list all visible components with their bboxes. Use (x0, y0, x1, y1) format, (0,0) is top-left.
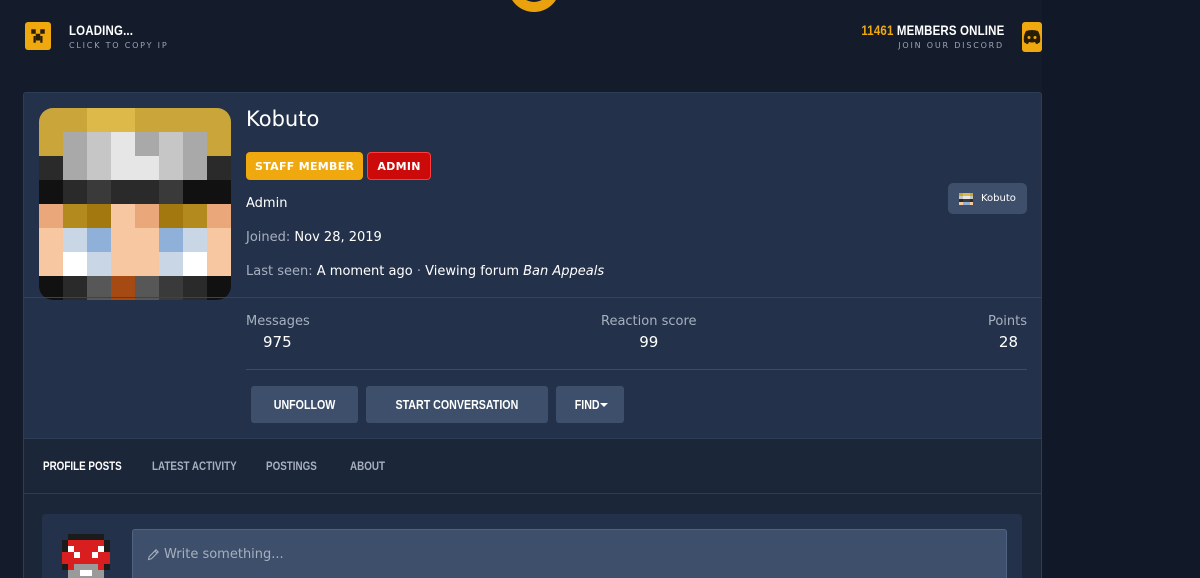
separator-dot: · (416, 264, 421, 279)
user-chip-button[interactable]: Kobuto (948, 183, 1027, 214)
stat-value: 975 (263, 333, 292, 351)
stat-messages[interactable]: Messages 975 (246, 314, 310, 351)
user-title: Admin (246, 196, 288, 211)
stat-points[interactable]: Points 28 (988, 314, 1027, 351)
start-conversation-label: START CONVERSATION (395, 397, 519, 412)
site-logo[interactable] (508, 0, 560, 12)
last-seen-value: A moment ago (316, 264, 413, 279)
activity-forum-link[interactable]: Ban Appeals (523, 264, 604, 279)
stat-reaction-score[interactable]: Reaction score 99 (601, 314, 697, 351)
creeper-icon (25, 22, 51, 50)
members-online-text: 11461 MEMBERS ONLINE (861, 22, 1004, 38)
tab-postings[interactable]: POSTINGS (266, 459, 317, 473)
joined-date: Nov 28, 2019 (294, 230, 382, 245)
members-count: 11461 (860, 22, 894, 38)
pencil-icon (147, 549, 159, 561)
admin-badge: ADMIN (367, 152, 431, 180)
post-composer (42, 514, 1022, 578)
write-something-field[interactable] (132, 529, 1007, 578)
tab-about[interactable]: ABOUT (350, 459, 385, 473)
discord-icon (1022, 22, 1042, 52)
page-background-right (1042, 0, 1200, 578)
unfollow-label: UNFOLLOW (273, 397, 336, 412)
profile-avatar[interactable] (39, 108, 231, 300)
discord-hint: JOIN OUR DISCORD (898, 41, 1004, 50)
start-conversation-button[interactable]: START CONVERSATION (366, 386, 548, 423)
staff-member-badge: STAFF MEMBER (246, 152, 364, 180)
joined-info: Joined: Nov 28, 2019 (246, 230, 382, 245)
stat-label: Points (987, 314, 1027, 329)
stats-divider (246, 369, 1027, 370)
joined-label: Joined: (246, 230, 291, 245)
tab-latest-activity[interactable]: LATEST ACTIVITY (152, 459, 237, 473)
stat-value: 99 (639, 333, 659, 351)
discord-widget[interactable]: 11461 MEMBERS ONLINE JOIN OUR DISCORD (842, 22, 1042, 52)
activity-prefix: Viewing forum (425, 264, 519, 279)
copy-ip-hint: CLICK TO COPY IP (69, 41, 169, 50)
chip-avatar (959, 192, 973, 205)
stat-label: Reaction score (601, 314, 697, 329)
profile-posts-area (23, 494, 1042, 578)
last-seen-info: Last seen: A moment ago · Viewing forum … (246, 264, 604, 279)
tab-profile-posts[interactable]: PROFILE POSTS (43, 459, 122, 473)
profile-card: Kobuto STAFF MEMBER ADMIN Admin Joined: … (23, 92, 1042, 439)
profile-actions: UNFOLLOW START CONVERSATION FIND (251, 386, 625, 423)
server-status-text: LOADING... (69, 22, 134, 38)
last-seen-label: Last seen: (246, 264, 313, 279)
profile-username: Kobuto (246, 107, 320, 131)
chip-username: Kobuto (981, 193, 1016, 204)
composer-avatar (62, 534, 110, 578)
card-divider (24, 297, 1041, 298)
server-ip-widget[interactable]: LOADING... CLICK TO COPY IP (25, 22, 168, 50)
stat-label: Messages (246, 314, 310, 329)
user-badges: STAFF MEMBER ADMIN (246, 152, 431, 180)
members-label: MEMBERS ONLINE (896, 22, 1004, 38)
unfollow-button[interactable]: UNFOLLOW (251, 386, 359, 423)
site-header: LOADING... CLICK TO COPY IP 11461 MEMBER… (0, 0, 1042, 92)
find-label: FIND (574, 397, 600, 412)
stats-row: Messages 975 Reaction score 99 Points 28 (246, 314, 1027, 370)
profile-tabs: PROFILE POSTS LATEST ACTIVITY POSTINGS A… (23, 439, 1042, 494)
find-button[interactable]: FIND (555, 386, 625, 423)
caret-down-icon (600, 402, 609, 407)
stat-value: 28 (998, 333, 1018, 351)
write-something-input[interactable] (164, 547, 964, 562)
